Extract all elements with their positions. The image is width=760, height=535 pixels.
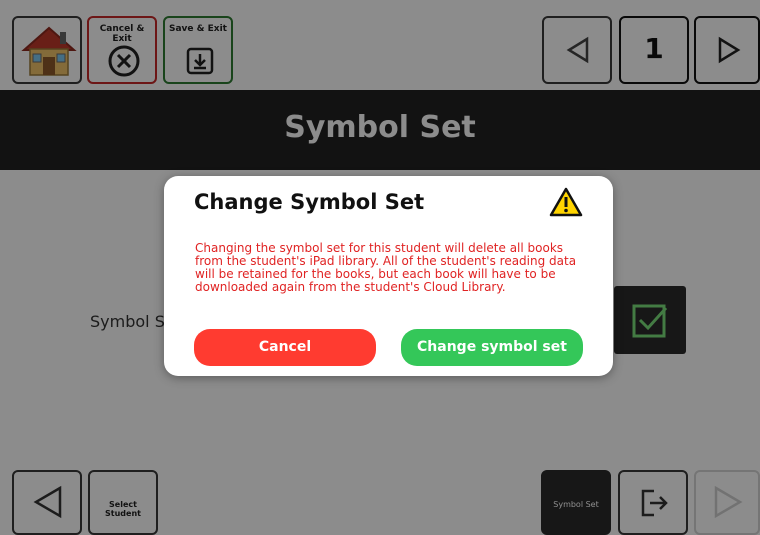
warning-icon (549, 187, 583, 217)
change-symbol-set-button[interactable]: Change symbol set (401, 329, 583, 366)
app-screen: Cancel & Exit Save & Exit 1 Symbol Set S… (0, 0, 760, 535)
cancel-button[interactable]: Cancel (194, 329, 376, 366)
dialog-title: Change Symbol Set (194, 190, 425, 214)
change-symbol-set-dialog: Change Symbol Set Changing the symbol se… (164, 176, 613, 376)
dialog-message: Changing the symbol set for this student… (195, 241, 577, 294)
